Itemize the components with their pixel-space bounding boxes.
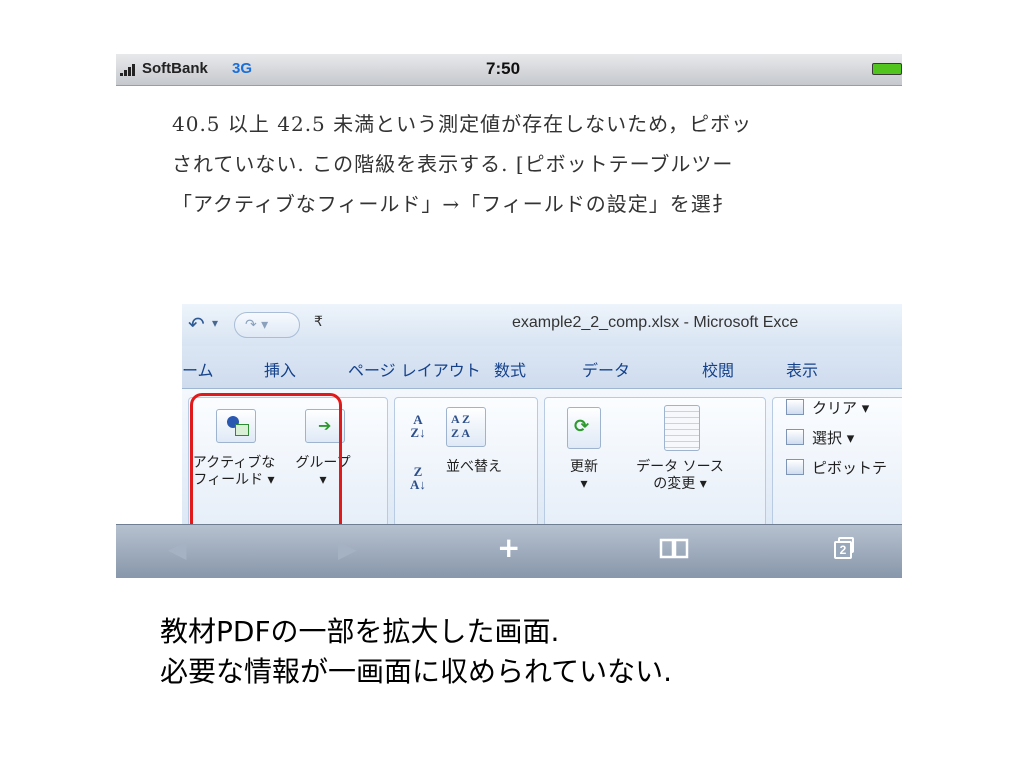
book-icon [659,538,689,559]
sort-dialog-icon: A ZZ A [444,407,488,451]
pages-button[interactable]: 2 [834,537,856,559]
sort-label: 並べ替え [446,459,502,475]
pdf-page[interactable]: 40.5 以上 42.5 未満という測定値が存在しないため，ピボッ されていない… [116,86,902,326]
customize-icon: ₹ [314,314,323,330]
tab-insert: 挿入 [264,361,297,380]
tab-data: データ [582,361,631,380]
add-bookmark-button[interactable]: + [497,531,520,564]
window-title: example2_2_comp.xlsx - Microsoft Exce [512,314,799,331]
safari-toolbar: ◀ ▶ + 2 [116,524,902,578]
battery-icon [872,63,902,75]
excel-title-bar: ↶ ▾ ↷ ▾ ₹ example2_2_comp.xlsx - Microso… [182,304,902,346]
refresh-label: 更新 ▾ [570,459,598,492]
highlight-box [190,393,342,543]
forward-button[interactable]: ▶ [338,535,356,563]
carrier-name: SoftBank [142,60,208,77]
refresh-icon: ⟳ [564,407,604,453]
signal-strength-icon [120,62,140,76]
bookmarks-button[interactable] [659,537,689,559]
change-source-label: データ ソース の変更 ▾ [636,459,724,492]
phone-screenshot: SoftBank 3G 7:50 40.5 以上 42.5 未満という測定値が存… [116,54,902,578]
select-icon [786,429,804,445]
pivot-table-icon [786,459,804,475]
redo-icon: ↷ ▾ [234,312,300,338]
pivot-table-label: ピボットテ [812,459,888,477]
ribbon-tabs: ーム 挿入 ページ レイアウト 数式 データ 校閲 表示 [182,346,902,388]
tab-view: 表示 [786,361,819,380]
ribbon: アクティブな フィールド ▾ ➔ グループ ▾ AZ↓ ZA↓ A ZZ A [182,388,902,543]
pdf-text-line: 40.5 以上 42.5 未満という測定値が存在しないため，ピボッ [172,112,753,136]
clear-icon [786,399,804,415]
tab-home: ーム [182,361,214,380]
back-button[interactable]: ◀ [168,535,186,563]
tab-review: 校閲 [702,361,735,380]
status-time: 7:50 [486,59,521,78]
tab-page-layout: ページ レイアウト [348,361,481,380]
excel-screenshot: ↶ ▾ ↷ ▾ ₹ example2_2_comp.xlsx - Microso… [182,304,902,543]
change-source-icon [660,405,704,455]
pdf-text-line: されていない. この階級を表示する. [ピボットテーブルツー [172,152,734,176]
caption-line: 教材PDFの一部を拡大した画面. [160,615,560,648]
undo-icon: ↶ [188,312,205,336]
slide-caption: 教材PDFの一部を拡大した画面. 必要な情報が一画面に収められていない. [160,612,672,692]
select-label: 選択 ▾ [812,429,855,447]
pages-count: 2 [834,541,852,559]
sort-descending-icon: Z A↓ [410,464,426,492]
network-type: 3G [232,60,253,77]
sort-ascending-icon: A Z↓ [410,412,426,440]
tab-formulas: 数式 [494,361,527,380]
pdf-text-line: 「アクティブなフィールド」→「フィールドの設定」を選扌 [172,192,733,216]
status-bar: SoftBank 3G 7:50 [116,54,902,86]
chevron-down-icon: ▾ [212,316,219,330]
clear-label: クリア ▾ [812,399,870,417]
caption-line: 必要な情報が一画面に収められていない. [160,655,673,688]
